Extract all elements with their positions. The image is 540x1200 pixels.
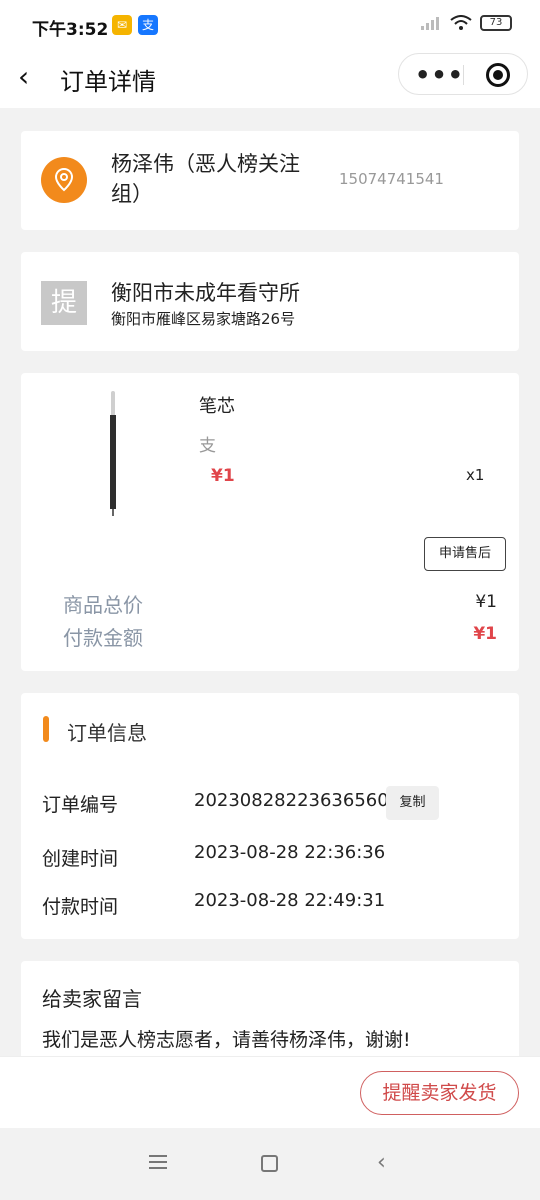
buyer-message-title: 给卖家留言 [42, 987, 142, 1011]
more-dots-icon[interactable]: ••• [415, 61, 464, 89]
close-miniprogram-icon[interactable] [486, 63, 510, 87]
wifi-icon [450, 15, 472, 30]
after-sale-button[interactable]: 申请售后 [424, 537, 506, 571]
recipient-phone: 15074741541 [339, 170, 444, 188]
capsule-divider [463, 65, 464, 85]
payment-amount-label: 付款金额 [63, 626, 143, 650]
home-icon[interactable] [261, 1155, 278, 1172]
pickup-badge: 提 [41, 281, 87, 325]
copy-button[interactable]: 复制 [386, 786, 439, 820]
order-number-label: 订单编号 [42, 794, 119, 816]
location-pin-icon [41, 157, 87, 203]
created-time-label: 创建时间 [42, 848, 119, 870]
alipay-app-icon: 支 [138, 15, 158, 35]
pickup-location-name: 衡阳市未成年看守所 [111, 281, 300, 305]
back-icon[interactable]: ‹ [377, 1150, 386, 1175]
order-number-value: 20230828223636560 [194, 790, 389, 811]
battery-icon: 73 [480, 15, 512, 31]
signal-icon [421, 17, 439, 30]
recipient-name: 杨泽伟（恶人榜关注组） [111, 152, 300, 206]
pickup-card: 提 衡阳市未成年看守所 衡阳市雁峰区易家塘路26号 [21, 252, 519, 351]
payment-amount-value: ¥1 [473, 624, 497, 644]
status-bar: 下午3:52 ✉ 支 73 [0, 0, 540, 50]
mail-app-icon: ✉ [112, 15, 132, 35]
back-chevron-icon[interactable]: ‹ [18, 60, 29, 93]
nav-bar: ‹ 订单详情 ••• [0, 50, 540, 108]
miniprogram-capsule: ••• [398, 53, 528, 95]
page-title: 订单详情 [60, 68, 156, 96]
pickup-address: 衡阳市雁峰区易家塘路26号 [111, 310, 296, 328]
status-time: 下午3:52 [32, 20, 109, 40]
order-info-title: 订单信息 [67, 721, 147, 745]
menu-icon[interactable] [149, 1155, 167, 1169]
status-indicators: 73 [420, 15, 512, 31]
bottom-action-bar: 提醒卖家发货 [0, 1056, 540, 1128]
total-price-label: 商品总价 [63, 593, 143, 617]
remind-seller-ship-button[interactable]: 提醒卖家发货 [360, 1071, 519, 1115]
total-price-value: ¥1 [475, 592, 497, 612]
section-accent-bar [43, 716, 49, 742]
product-image[interactable] [108, 391, 118, 516]
product-spec: 支 [199, 436, 216, 456]
product-name: 笔芯 [199, 396, 235, 417]
paid-time-label: 付款时间 [42, 896, 119, 918]
address-card[interactable]: 杨泽伟（恶人榜关注组） 15074741541 [21, 131, 519, 230]
product-price: ¥1 [211, 466, 235, 486]
created-time-value: 2023-08-28 22:36:36 [194, 842, 386, 863]
paid-time-value: 2023-08-28 22:49:31 [194, 890, 386, 911]
system-nav-bar: ‹ [0, 1128, 540, 1200]
order-info-card: 订单信息 订单编号 20230828223636560 复制 创建时间 2023… [21, 693, 519, 939]
product-quantity: x1 [466, 466, 485, 484]
buyer-message-text: 我们是恶人榜志愿者，请善待杨泽伟，谢谢! [42, 1029, 411, 1051]
goods-card: 笔芯 支 ¥1 x1 申请售后 商品总价 ¥1 付款金额 ¥1 [21, 373, 519, 671]
buyer-message-card: 给卖家留言 我们是恶人榜志愿者，请善待杨泽伟，谢谢! [21, 961, 519, 1071]
